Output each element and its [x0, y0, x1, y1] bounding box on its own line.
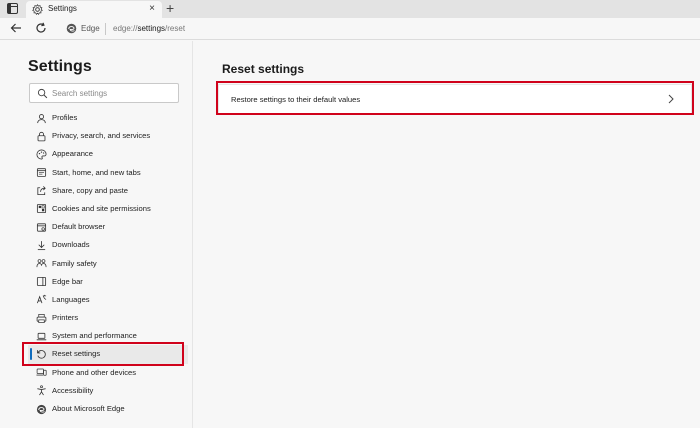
site-label: Edge — [81, 24, 100, 33]
sidebar-item-system-performance[interactable]: System and performance — [28, 327, 188, 345]
edge-bar-icon — [36, 277, 47, 287]
edge-logo-icon — [66, 23, 77, 34]
download-icon — [37, 240, 46, 250]
url-prefix: edge:// — [113, 24, 138, 33]
printer-icon — [36, 313, 47, 323]
sidebar-item-accessibility[interactable]: Accessibility — [28, 382, 188, 400]
reset-icon — [37, 350, 46, 359]
sidebar-item-label: Printers — [52, 313, 79, 323]
sidebar-item-label: Reset settings — [52, 349, 101, 359]
sidebar-item-label: Default browser — [52, 222, 106, 232]
tab-actions-icon[interactable] — [7, 3, 18, 14]
new-tab-button[interactable]: + — [166, 1, 174, 15]
refresh-icon[interactable] — [35, 22, 47, 34]
cookie-icon — [36, 204, 47, 214]
sidebar-item-cookies[interactable]: Cookies and site permissions — [28, 200, 188, 218]
sidebar-item-label: Phone and other devices — [52, 367, 137, 377]
sidebar-item-label: Privacy, search, and services — [52, 131, 151, 141]
url-text[interactable]: edge://settings/reset — [113, 24, 185, 33]
sidebar-item-label: About Microsoft Edge — [52, 404, 125, 413]
url-path: settings — [137, 24, 166, 33]
back-arrow-icon[interactable] — [10, 22, 22, 34]
lock-icon — [37, 131, 46, 141]
profile-icon — [37, 113, 46, 123]
page-title: Reset settings — [222, 62, 305, 76]
laptop-icon — [36, 332, 47, 341]
tab-settings[interactable]: Settings × — [26, 1, 162, 18]
sidebar-item-label: Share, copy and paste — [52, 185, 128, 195]
sidebar-item-label: Downloads — [52, 240, 90, 250]
sidebar-item-appearance[interactable]: Appearance — [28, 145, 188, 163]
sidebar-item-label: Languages — [52, 294, 90, 304]
sidebar-item-profiles[interactable]: Profiles — [28, 109, 188, 127]
sidebar-item-label: Cookies and site permissions — [52, 203, 151, 213]
search-icon — [37, 88, 48, 99]
sidebar-item-family-safety[interactable]: Family safety — [28, 255, 188, 273]
address-separator — [105, 23, 106, 35]
browser-icon — [36, 223, 47, 232]
sidebar-item-edge-bar[interactable]: Edge bar — [28, 273, 188, 291]
url-suffix: /reset — [165, 24, 186, 33]
window-icon — [36, 168, 47, 177]
sidebar-title: Settings — [28, 58, 92, 75]
palette-icon — [36, 149, 47, 160]
sidebar-item-default-browser[interactable]: Default browser — [28, 218, 188, 236]
sidebar-item-label: Accessibility — [52, 385, 94, 395]
sidebar-item-label: Profiles — [52, 113, 78, 122]
sidebar-item-privacy[interactable]: Privacy, search, and services — [28, 127, 188, 145]
sidebar-item-label: System and performance — [52, 331, 137, 341]
sidebar-item-phone-devices[interactable]: Phone and other devices — [28, 364, 188, 382]
restore-defaults-label: Restore settings to their default values — [231, 95, 361, 104]
sidebar-item-label: Edge bar — [52, 276, 83, 286]
sidebar-item-start-home[interactable]: Start, home, and new tabs — [28, 164, 188, 182]
sidebar-item-label: Start, home, and new tabs — [52, 167, 141, 177]
tab-title: Settings — [48, 4, 77, 13]
address-bar[interactable]: Edge edge://settings/reset — [60, 20, 700, 38]
sidebar-item-label: Appearance — [52, 149, 93, 159]
sidebar-item-reset-settings[interactable]: Reset settings — [28, 345, 188, 364]
main-pane: Reset settings Restore settings to their… — [194, 41, 700, 428]
edge-logo-icon — [36, 404, 47, 414]
sidebar-item-label: Family safety — [52, 258, 97, 268]
accessibility-icon — [37, 385, 46, 396]
family-icon — [36, 259, 47, 268]
settings-sidebar: Settings Profiles Privacy, search, and s… — [0, 41, 193, 428]
sidebar-item-downloads[interactable]: Downloads — [28, 236, 188, 254]
search-input[interactable] — [52, 86, 176, 100]
tab-close-button[interactable]: × — [149, 3, 155, 15]
sidebar-item-languages[interactable]: Languages — [28, 291, 188, 309]
settings-nav: Profiles Privacy, search, and services A… — [28, 109, 188, 418]
address-toolbar: Edge edge://settings/reset — [0, 18, 700, 40]
share-icon — [37, 186, 46, 196]
phone-icon — [36, 368, 47, 376]
restore-defaults-button[interactable]: Restore settings to their default values — [218, 84, 692, 114]
sidebar-item-share-copy[interactable]: Share, copy and paste — [28, 182, 188, 200]
gear-icon — [32, 4, 43, 15]
language-icon — [36, 295, 47, 304]
sidebar-item-printers[interactable]: Printers — [28, 309, 188, 327]
chevron-right-icon — [668, 94, 674, 104]
search-settings-box[interactable] — [29, 83, 179, 103]
sidebar-item-about-edge[interactable]: About Microsoft Edge — [28, 400, 188, 418]
tab-strip: Settings × + — [0, 0, 700, 18]
